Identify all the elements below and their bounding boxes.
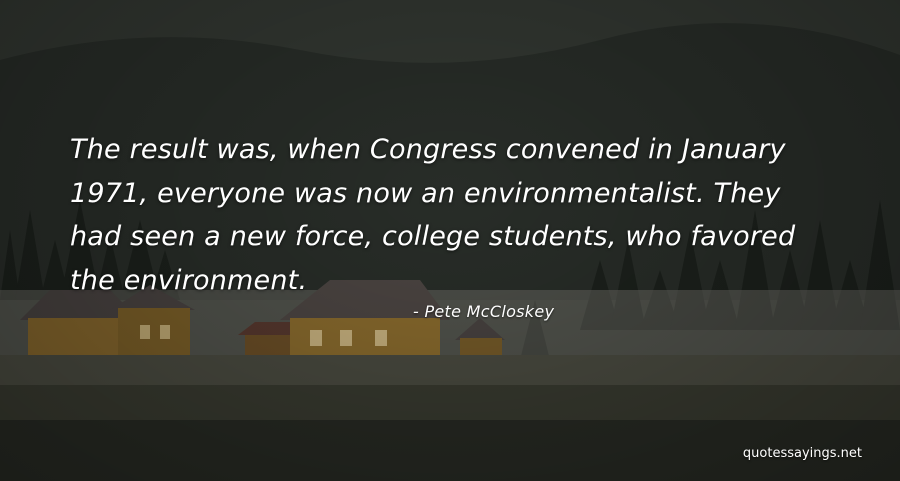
quote-author: - Pete McCloskey [413, 302, 555, 321]
quote-line: The result was, when Congress convened i… [70, 134, 786, 165]
quote-card: The result was, when Congress convened i… [0, 0, 900, 481]
quote-line: had seen a new force, college students, … [70, 221, 796, 252]
quote-text: The result was, when Congress convened i… [70, 128, 850, 302]
quote-line: the environment. [70, 264, 308, 296]
site-watermark: quotessayings.net [742, 446, 862, 461]
quote-line: 1971, everyone was now an environmentali… [70, 177, 781, 209]
